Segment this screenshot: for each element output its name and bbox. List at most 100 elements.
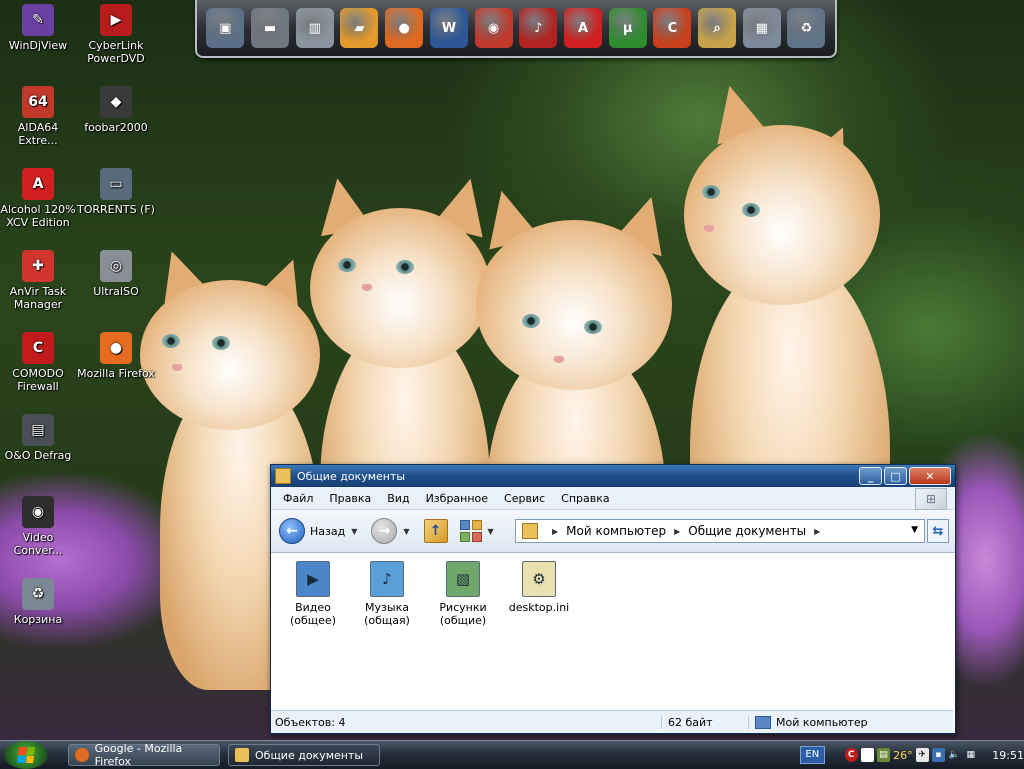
start-button[interactable] [4, 741, 48, 769]
file-item[interactable]: ▶ Видео (общее) [277, 561, 349, 627]
monitor-tray-icon[interactable]: ▤ [876, 748, 891, 762]
powerdvd-icon: ▶ [100, 4, 132, 36]
desktop-icon[interactable]: C COMODO Firewall [0, 332, 78, 393]
menu-view[interactable]: Вид [379, 492, 417, 505]
taskbar-button-label: Общие документы [255, 748, 364, 762]
desktop-icon[interactable]: ◉ Video Conver... [0, 496, 78, 557]
pictures-folder-icon: ▧ [446, 561, 480, 597]
breadcrumb-shared-documents[interactable]: Общие документы [688, 524, 806, 538]
chevron-down-icon[interactable]: ▼ [488, 527, 494, 536]
comodo-icon: C [22, 332, 54, 364]
taskbar-button[interactable]: Общие документы [228, 744, 380, 766]
hard-drive-icon[interactable]: ▬ [251, 8, 290, 48]
chevron-down-icon[interactable]: ▼ [403, 527, 409, 536]
chevron-right-icon[interactable]: ▶ [552, 527, 558, 536]
alcohol-icon: A [22, 168, 54, 200]
display-tray-icon[interactable]: ▦ [964, 748, 977, 762]
file-item[interactable]: ▧ Рисунки (общие) [427, 561, 499, 627]
file-item[interactable]: ♪ Музыка (общая) [351, 561, 423, 627]
forward-button[interactable]: → ▼ [371, 518, 410, 544]
chevron-down-icon[interactable]: ▼ [351, 527, 357, 536]
ccleaner-icon[interactable]: C [653, 8, 692, 48]
file-item[interactable]: ⚙ desktop.ini [503, 561, 575, 614]
desktop-icon[interactable]: ♻ Корзина [0, 578, 78, 626]
desktop-icon-label: AIDA64 Extre... [17, 121, 59, 147]
up-folder-button[interactable]: ↑ [423, 519, 448, 543]
anvir-icon: ✚ [22, 250, 54, 282]
desktop-icon-label: UltraISO [93, 285, 139, 298]
maximize-button[interactable]: □ [884, 467, 907, 485]
address-bar[interactable]: ▶ Мой компьютер ▶ Общие документы ▶ ▼ [515, 519, 925, 543]
burning-disc-icon[interactable]: ◉ [474, 8, 513, 48]
chevron-right-icon[interactable]: ▶ [814, 527, 820, 536]
desktop-icon-label: Mozilla Firefox [77, 367, 155, 380]
windjview-icon: ✎ [22, 4, 54, 36]
menu-tools[interactable]: Сервис [496, 492, 553, 505]
desktop-icon-label: COMODO Firewall [12, 367, 64, 393]
desktop-icon[interactable]: ◆ foobar2000 [76, 86, 156, 134]
desktop-icon[interactable]: ▭ TORRENTS (F) [76, 168, 156, 216]
views-button[interactable]: ▼ [459, 520, 494, 542]
folder-icon[interactable]: ▰ [340, 8, 379, 48]
status-bar: Объектов: 4 62 байт Мой компьютер [271, 710, 953, 733]
close-button[interactable]: ✕ [909, 467, 951, 485]
temperature-readout[interactable]: 26° [893, 749, 913, 762]
status-size: 62 байт [661, 715, 748, 729]
search-icon[interactable]: ⌕ [698, 8, 737, 48]
menu-file[interactable]: Файл [275, 492, 321, 505]
my-computer-icon[interactable]: ▣ [206, 8, 245, 48]
folder-icon [275, 468, 291, 484]
folder-icon [522, 523, 538, 539]
desktop-icon-label: O&O Defrag [4, 449, 72, 462]
ultraiso-icon: ◎ [100, 250, 132, 282]
desktop-icon[interactable]: ▶ CyberLink PowerDVD [76, 4, 156, 65]
desktop-icon[interactable]: ● Mozilla Firefox [76, 332, 156, 380]
refresh-button[interactable]: ⇆ [927, 519, 949, 543]
chevron-right-icon[interactable]: ▶ [674, 527, 680, 536]
drive-icon: ▭ [100, 168, 132, 200]
views-icon [459, 520, 482, 542]
desktop-icon-label: CyberLink PowerDVD [87, 39, 145, 65]
notepad-tray-icon[interactable] [860, 748, 874, 762]
audio-editor-icon[interactable]: ♪ [519, 8, 558, 48]
title-bar[interactable]: Общие документы _ □ ✕ [271, 465, 955, 487]
alcohol-icon[interactable]: A [563, 8, 602, 48]
system-tray: EN C ▤ 26° ✈ ▪ 🔈 ▦ 19:51 [800, 741, 1024, 769]
utorrent-icon[interactable]: µ [608, 8, 647, 48]
taskbar-button[interactable]: Google - Mozilla Firefox [68, 742, 220, 768]
status-object-count: Объектов: 4 [275, 715, 346, 729]
clock[interactable]: 19:51 [992, 749, 1024, 762]
word-icon[interactable]: W [429, 8, 468, 48]
menu-favorites[interactable]: Избранное [418, 492, 496, 505]
menu-help[interactable]: Справка [553, 492, 617, 505]
desktop-icon[interactable]: ◎ UltraISO [76, 250, 156, 298]
chevron-down-icon[interactable]: ▼ [911, 525, 918, 535]
menu-edit[interactable]: Правка [321, 492, 379, 505]
hardware-tray-icon[interactable]: ▪ [931, 748, 945, 762]
language-indicator[interactable]: EN [800, 746, 825, 764]
desktop-icon[interactable]: ✎ WinDjView [0, 4, 78, 52]
recycle-bin-icon[interactable]: ♻ [787, 8, 826, 48]
desktop-icon[interactable]: 64 AIDA64 Extre... [0, 86, 78, 147]
back-button[interactable]: ← Назад ▼ [279, 518, 357, 544]
removable-drive-icon[interactable]: ▥ [295, 8, 334, 48]
breadcrumb-my-computer[interactable]: Мой компьютер [566, 524, 666, 538]
network-tray-icon[interactable]: ✈ [915, 748, 929, 762]
recycle-bin-icon: ♻ [22, 578, 54, 610]
control-panel-icon[interactable]: ▦ [742, 8, 781, 48]
comodo-tray-icon[interactable]: C [844, 748, 858, 762]
status-location-label: Мой компьютер [776, 715, 868, 729]
desktop-icon-label: Video Conver... [13, 531, 63, 557]
minimize-button[interactable]: _ [859, 467, 882, 485]
ini-file-icon: ⚙ [522, 561, 556, 597]
up-arrow-icon: ↑ [429, 523, 442, 539]
file-item-label: Видео (общее) [290, 601, 336, 627]
explorer-window[interactable]: Общие документы _ □ ✕ Файл Правка Вид Из… [270, 464, 956, 734]
desktop-icon[interactable]: ▤ O&O Defrag [0, 414, 78, 462]
desktop-icon[interactable]: ✚ AnVir Task Manager [0, 250, 78, 311]
desktop-icon-label: Alcohol 120% XCV Edition [0, 203, 76, 229]
volume-icon[interactable]: 🔈 [948, 748, 961, 762]
firefox-icon[interactable]: ● [385, 8, 424, 48]
video-converter-icon: ◉ [22, 496, 54, 528]
desktop-icon[interactable]: A Alcohol 120% XCV Edition [0, 168, 78, 229]
